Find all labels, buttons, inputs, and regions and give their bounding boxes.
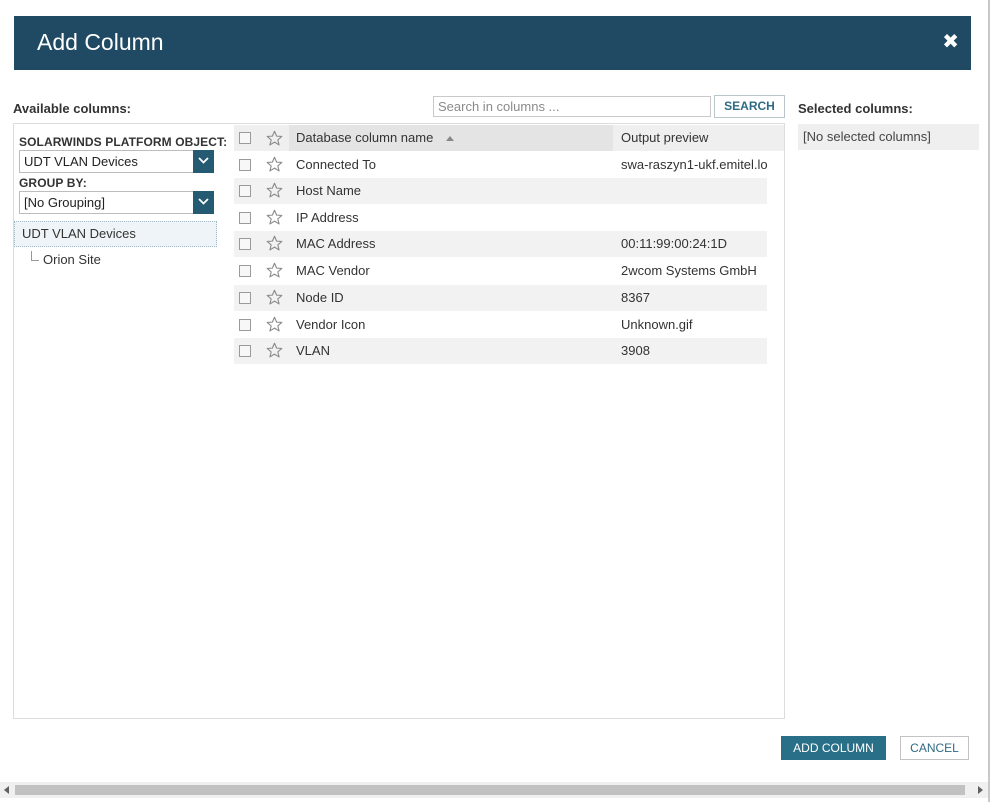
group-by-value: [No Grouping] — [24, 195, 105, 210]
select-all-checkbox[interactable] — [239, 132, 251, 144]
search-input[interactable] — [433, 96, 711, 117]
row-column-name: MAC Address — [296, 236, 376, 251]
platform-object-select[interactable]: UDT VLAN Devices — [19, 150, 214, 173]
table-row[interactable]: VLAN 3908 — [234, 338, 767, 364]
available-columns-label: Available columns: — [13, 101, 131, 116]
row-column-name: Node ID — [296, 290, 344, 305]
star-icon[interactable] — [266, 342, 283, 359]
scroll-left-icon[interactable] — [4, 786, 9, 794]
chevron-down-icon[interactable] — [193, 191, 214, 214]
row-checkbox[interactable] — [239, 185, 251, 197]
star-icon[interactable] — [266, 289, 283, 306]
row-checkbox[interactable] — [239, 238, 251, 250]
row-checkbox[interactable] — [239, 265, 251, 277]
row-column-name: IP Address — [296, 210, 359, 225]
star-icon[interactable] — [266, 156, 283, 173]
row-preview: Unknown.gif — [621, 317, 693, 332]
platform-object-value: UDT VLAN Devices — [24, 154, 138, 169]
star-icon[interactable] — [266, 130, 283, 147]
dialog-title: Add Column — [37, 29, 164, 55]
column-header-preview[interactable]: Output preview — [621, 130, 708, 145]
scroll-right-icon[interactable] — [978, 786, 983, 794]
row-checkbox[interactable] — [239, 292, 251, 304]
close-icon[interactable]: ✖ — [942, 31, 959, 53]
platform-object-label: SOLARWINDS PLATFORM OBJECT: — [19, 135, 228, 149]
star-icon[interactable] — [266, 235, 283, 252]
selected-columns-label: Selected columns: — [798, 101, 913, 116]
star-icon[interactable] — [266, 182, 283, 199]
table-row[interactable]: Connected To swa-raszyn1-ukf.emitel.lo — [234, 152, 768, 178]
row-preview: 00:11:99:00:24:1D — [621, 236, 728, 251]
tree-node-udt-vlan-devices[interactable]: UDT VLAN Devices — [14, 221, 217, 247]
search-button[interactable]: SEARCH — [714, 95, 785, 118]
scrollbar-thumb[interactable] — [15, 785, 965, 795]
group-by-label: GROUP BY: — [19, 176, 87, 190]
star-icon[interactable] — [266, 316, 283, 333]
table-row[interactable]: IP Address — [234, 205, 767, 231]
table-row[interactable]: MAC Vendor 2wcom Systems GmbH — [234, 258, 767, 284]
sort-ascending-icon — [446, 136, 454, 141]
horizontal-scrollbar[interactable] — [0, 782, 988, 798]
cancel-button[interactable]: CANCEL — [900, 736, 969, 760]
column-header-name[interactable]: Database column name — [296, 130, 433, 145]
star-icon[interactable] — [266, 262, 283, 279]
add-column-button[interactable]: ADD COLUMN — [781, 736, 886, 760]
table-row[interactable]: Vendor Icon Unknown.gif — [234, 312, 767, 338]
row-column-name: Vendor Icon — [296, 317, 366, 332]
row-checkbox[interactable] — [239, 159, 251, 171]
row-preview: 2wcom Systems GmbH — [621, 263, 757, 278]
chevron-down-icon[interactable] — [193, 150, 214, 173]
dialog-header: Add Column ✖ — [14, 16, 971, 70]
row-preview: 8367 — [621, 290, 650, 305]
tree-connector — [31, 251, 39, 261]
row-checkbox[interactable] — [239, 212, 251, 224]
row-preview: swa-raszyn1-ukf.emitel.lo — [621, 157, 768, 172]
selected-columns-empty: [No selected columns] — [798, 124, 979, 150]
row-checkbox[interactable] — [239, 319, 251, 331]
table-row[interactable]: MAC Address 00:11:99:00:24:1D — [234, 231, 767, 257]
row-column-name: Host Name — [296, 183, 362, 198]
row-column-name: VLAN — [296, 343, 330, 358]
row-checkbox[interactable] — [239, 345, 251, 357]
star-icon[interactable] — [266, 209, 283, 226]
row-column-name: MAC Vendor — [296, 263, 370, 278]
group-by-select[interactable]: [No Grouping] — [19, 191, 214, 214]
grid-header: Database column name Output preview — [234, 125, 784, 151]
table-row[interactable]: Host Name — [234, 178, 767, 204]
table-row[interactable]: Node ID 8367 — [234, 285, 767, 311]
row-column-name: Connected To — [296, 157, 376, 172]
tree-node-orion-site[interactable]: Orion Site — [43, 252, 101, 267]
row-preview: 3908 — [621, 343, 650, 358]
